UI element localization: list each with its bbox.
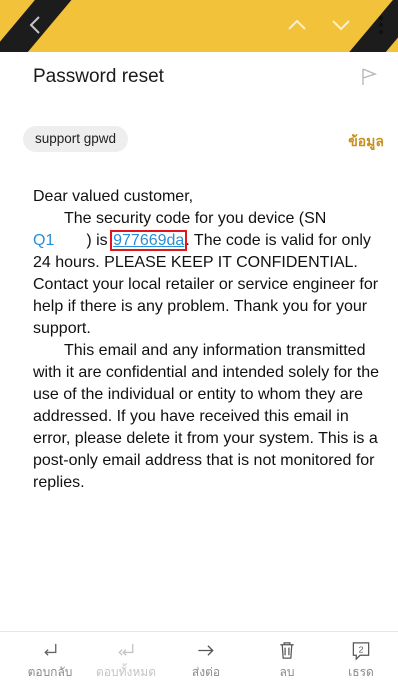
thread-count: 2	[359, 644, 364, 654]
thread-button[interactable]: 2 เธรด	[321, 632, 398, 681]
sender-chip[interactable]: support gpwd	[23, 126, 129, 152]
details-link[interactable]: ข้อมูล	[348, 131, 384, 153]
greeting: Dear valued customer,	[33, 188, 194, 205]
top-toolbar	[0, 0, 398, 52]
forward-icon	[198, 645, 214, 656]
reply-label: ตอบกลับ	[27, 665, 73, 679]
chevron-up-icon[interactable]	[282, 10, 312, 40]
chevron-down-icon[interactable]	[326, 10, 356, 40]
trash-icon	[280, 642, 294, 659]
forward-label: ส่งต่อ	[191, 665, 221, 679]
security-code[interactable]: 977669da	[110, 230, 188, 251]
email-subject: Password reset	[33, 66, 164, 87]
body-text: This email and any information transmitt…	[33, 342, 379, 491]
reply-button[interactable]: ตอบกลับ	[10, 632, 90, 681]
reply-icon	[44, 643, 57, 656]
reply-all-label: ตอบทั้งหมด	[96, 665, 156, 679]
flag-icon[interactable]	[358, 66, 380, 88]
delete-button[interactable]: ลบ	[247, 632, 327, 681]
reply-all-icon	[118, 643, 134, 656]
email-body: Dear valued customer, The security code …	[33, 186, 389, 494]
body-text: . The code is valid for only 24 hours. P…	[33, 232, 379, 337]
forward-button[interactable]: ส่งต่อ	[166, 632, 246, 681]
body-paragraph-2: This email and any information transmitt…	[33, 340, 389, 494]
reply-all-button[interactable]: ตอบทั้งหมด	[86, 632, 166, 681]
back-arrow-icon[interactable]	[20, 10, 50, 40]
thread-icon: 2	[352, 642, 370, 661]
sn-link[interactable]: Q1	[33, 232, 54, 249]
body-paragraph-1: The security code for you device (SN Q1 ) …	[33, 208, 389, 340]
thread-label: เธรด	[348, 665, 374, 679]
bottom-action-bar: ตอบกลับ ตอบทั้งหมด ส่งต่อ ลบ 2 เธรด	[0, 631, 398, 681]
more-vert-icon[interactable]	[366, 10, 396, 40]
delete-label: ลบ	[279, 665, 295, 679]
body-text: ) is	[86, 232, 108, 249]
body-text: The security code for you device (SN	[64, 210, 327, 227]
